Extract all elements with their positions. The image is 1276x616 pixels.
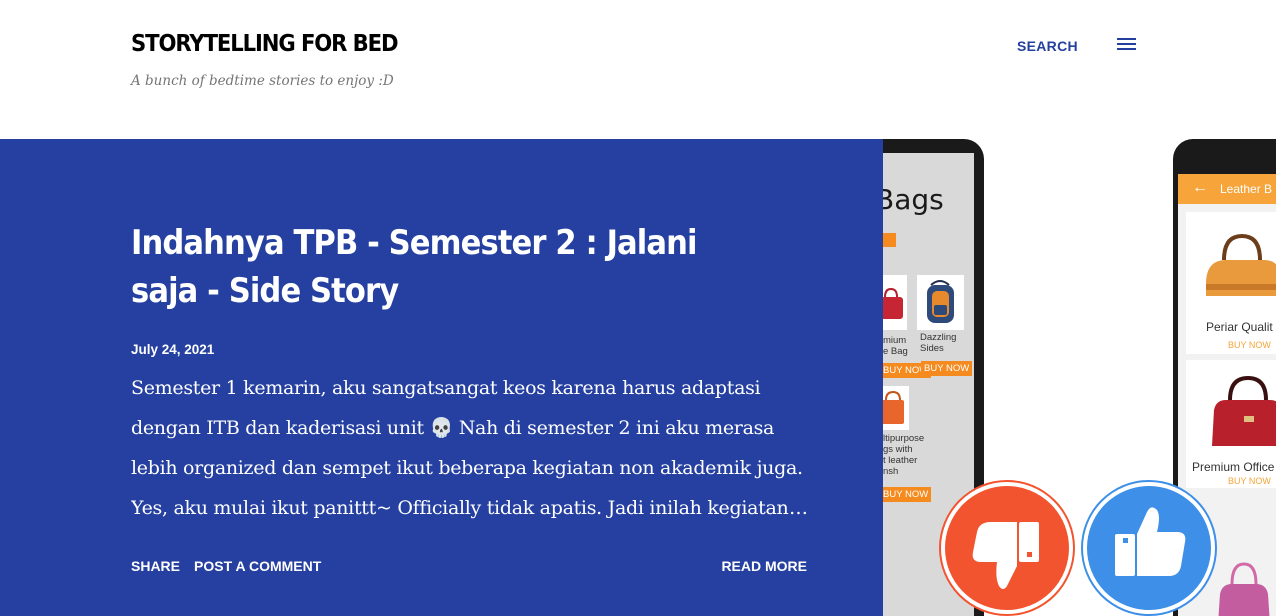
red-handbag-icon (1212, 375, 1276, 446)
post-featured-image[interactable]: Bags mium e Bag BUY NOW Dazzling Sides B… (883, 139, 1276, 616)
product-card (883, 386, 909, 430)
product-name: Dazzling Sides (920, 332, 957, 354)
snippet-line: dengan ITB dan kaderisasi unit 💀 Nah di … (131, 417, 775, 439)
search-button[interactable]: SEARCH (1017, 38, 1078, 54)
snippet-line: lebih organized dan sempet ikut beberapa… (131, 457, 803, 479)
red-bag-icon (883, 287, 903, 319)
snippet-line-last: Yes, aku mulai ikut panittt~ Officially … (131, 488, 811, 528)
snippet-line: Semester 1 kemarin, aku sangatsangat keo… (131, 377, 761, 399)
product-card (917, 275, 964, 330)
buy-now-link: BUY NOW (1228, 340, 1271, 350)
product-card: Periar Qualit BUY NOW (1186, 212, 1276, 354)
thumbs-up-glyph (1115, 507, 1186, 576)
product-name: Premium Office (1192, 460, 1275, 474)
category-tag (883, 233, 896, 247)
snippet-line: Yes, aku mulai ikut panittt~ Officially … (131, 497, 789, 519)
hamburger-menu-icon[interactable] (1117, 38, 1136, 53)
backpack-icon (927, 280, 954, 323)
read-more-link[interactable]: READ MORE (721, 558, 807, 574)
orange-bag-icon (883, 390, 904, 424)
product-card (883, 275, 907, 330)
app-bar: ← Leather B (1178, 174, 1276, 204)
back-arrow-icon: ← (1192, 179, 1208, 196)
blog-description: A bunch of bedtime stories to enjoy :D (131, 73, 394, 89)
app-bar-title: Leather B (1220, 182, 1273, 196)
featured-post: Indahnya TPB - Semester 2 : Jalani saja … (0, 139, 883, 616)
product-name: ltipurpose gs with t leather nsh (883, 433, 925, 477)
tan-bag-icon (1206, 233, 1276, 296)
post-snippet: Semester 1 kemarin, aku sangatsangat keo… (131, 368, 811, 528)
buy-now-link: BUY NOW (1228, 476, 1271, 486)
thumbs-down-glyph (972, 522, 1039, 589)
product-name: mium e Bag (883, 335, 908, 357)
thumbs-up-icon (1083, 482, 1215, 614)
buy-now-button: BUY NOW (921, 361, 973, 376)
blog-title[interactable]: STORYTELLING FOR BED (131, 31, 399, 57)
buy-now-button: BUY NOW (883, 487, 932, 502)
thumbs-down-icon (941, 482, 1073, 614)
post-title[interactable]: Indahnya TPB - Semester 2 : Jalani saja … (131, 219, 761, 315)
screen-heading: Bags (883, 183, 944, 216)
share-button[interactable]: SHARE (131, 558, 180, 574)
post-date[interactable]: July 24, 2021 (131, 342, 214, 357)
product-card: Premium Office BUY NOW (1186, 360, 1276, 488)
product-name: Periar Qualit (1206, 320, 1273, 334)
snippet-ellipsis: … (789, 497, 808, 519)
post-footer: SHARE POST A COMMENT READ MORE (131, 558, 807, 578)
blog-header: STORYTELLING FOR BED A bunch of bedtime … (0, 0, 1276, 139)
purple-bag-icon (1218, 562, 1270, 616)
post-comment-link[interactable]: POST A COMMENT (194, 558, 321, 574)
